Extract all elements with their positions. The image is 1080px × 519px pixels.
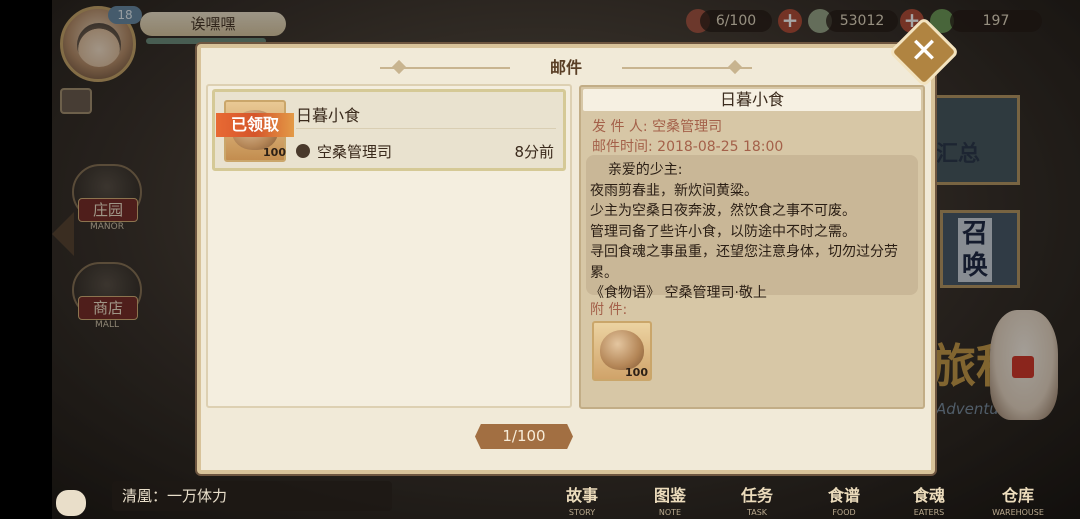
chat-icon[interactable] [56,490,86,516]
attachment-label: 附 件: [590,302,628,318]
message-body: 亲爱的少主: 夜雨剪春韭，新炊间黄粱。 少主为空桑日夜奔波，然饮食之事不可废。 … [590,162,898,301]
nav-task-label: 任务 [740,486,773,505]
nav-task[interactable]: 任务 TASK [727,484,787,518]
game-screen: 18 诶嘿嘿 6/100 + 53012 + 197 庄园 MANOR 商店 M… [0,0,1080,519]
mail-sender: 空桑管理司 [317,143,393,161]
nav-note-sub: NOTE [658,508,682,517]
detail-sender: 发 件 人: 空桑管理司 [592,119,723,135]
chat-message[interactable]: 清凰：一万体力 [112,481,392,511]
mail-divider [296,128,556,129]
nav-eaters-label: 食魂 [912,486,945,505]
nav-warehouse-label: 仓库 [1001,486,1034,505]
mail-time: 8分前 [514,143,554,161]
nav-story-sub: STORY [568,508,596,517]
nav-task-sub: TASK [746,508,768,517]
nav-note-label: 图鉴 [653,486,686,505]
detail-title: 日暮小食 [719,90,784,109]
nav-warehouse[interactable]: 仓库 WAREHOUSE [988,484,1048,518]
attachment-quantity: 100 [625,366,648,379]
detail-time: 邮件时间: 2018-08-25 18:00 [592,139,784,155]
mail-subject: 日暮小食 [296,106,361,125]
dialog-title: 邮件 [549,58,582,77]
nav-story-label: 故事 [565,486,598,505]
nav-food[interactable]: 食谱 FOOD [814,484,874,518]
nav-eaters[interactable]: 食魂 EATERS [899,484,959,518]
nav-warehouse-sub: WAREHOUSE [992,508,1044,517]
food-bundle-icon [600,330,644,370]
item-quantity: 100 [263,146,286,159]
nav-food-sub: FOOD [832,508,856,517]
nav-eaters-sub: EATERS [913,508,945,517]
nav-note[interactable]: 图鉴 NOTE [640,484,700,518]
nav-food-label: 食谱 [827,486,860,505]
nav-story[interactable]: 故事 STORY [552,484,612,518]
sender-icon [296,144,310,158]
page-indicator: 1/100 [475,424,573,449]
close-icon[interactable]: ✕ [899,27,949,77]
claimed-badge: 已领取 [216,113,294,137]
